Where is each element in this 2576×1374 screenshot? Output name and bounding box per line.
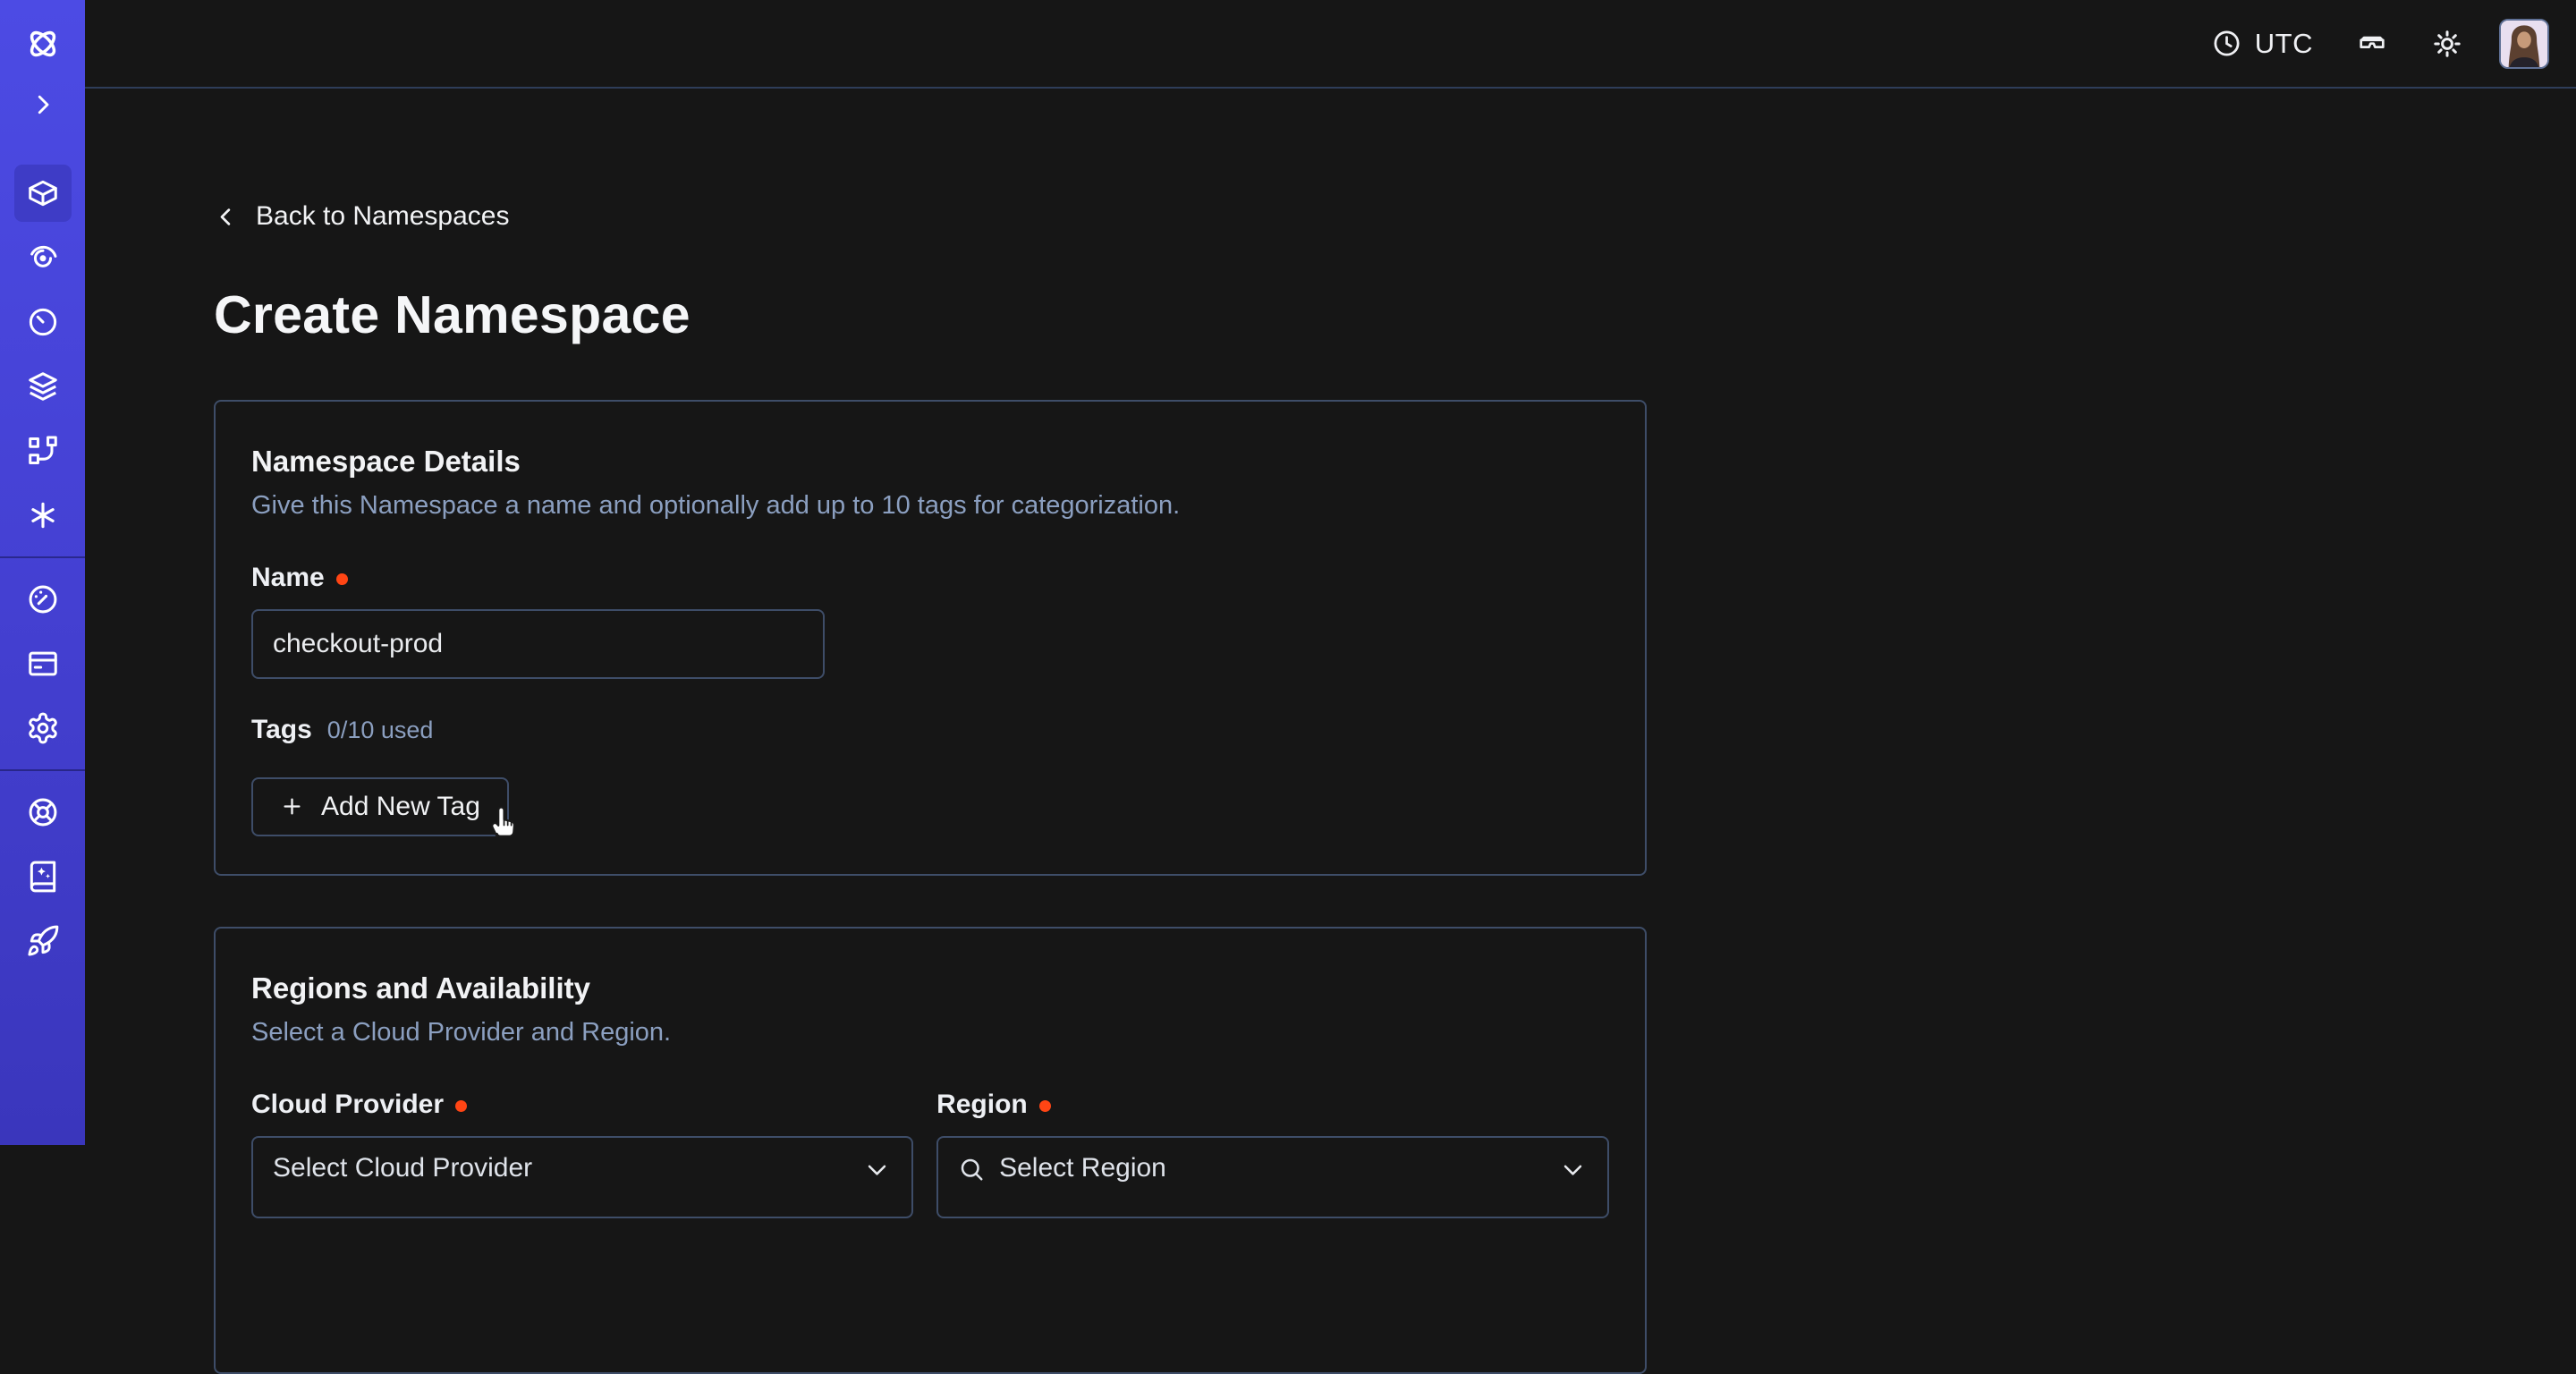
cloud-provider-field: Cloud Provider Select Cloud Provider xyxy=(251,1090,913,1218)
sidebar-item-workflows[interactable] xyxy=(14,229,72,286)
cloud-provider-select[interactable]: Select Cloud Provider xyxy=(251,1136,913,1218)
layers-icon xyxy=(26,369,60,403)
add-new-tag-label: Add New Tag xyxy=(321,792,480,822)
region-label: Region xyxy=(936,1090,1028,1120)
sidebar-item-support[interactable] xyxy=(14,784,72,841)
cube-icon xyxy=(26,176,60,210)
timezone-label: UTC xyxy=(2255,28,2313,60)
theme-toggle-button[interactable] xyxy=(2431,28,2463,60)
cloud-provider-label: Cloud Provider xyxy=(251,1090,444,1120)
name-label: Name xyxy=(251,563,325,593)
name-input[interactable] xyxy=(251,609,825,679)
sidebar xyxy=(0,0,85,1145)
add-new-tag-button[interactable]: Add New Tag xyxy=(251,777,509,836)
sidebar-nav-help xyxy=(14,784,72,970)
required-dot xyxy=(1039,1100,1051,1112)
region-select-value: Select Region xyxy=(999,1153,1546,1183)
chevron-down-icon xyxy=(1560,1157,1586,1183)
sidebar-item-settings[interactable] xyxy=(14,700,72,757)
labs-toggle-button[interactable] xyxy=(2356,28,2388,60)
sun-icon xyxy=(2431,28,2463,60)
chevron-left-icon xyxy=(214,205,238,229)
sidebar-divider xyxy=(0,769,85,771)
temporal-logo-icon[interactable] xyxy=(24,25,62,63)
sidebar-item-billing[interactable] xyxy=(14,635,72,692)
cloud-provider-label-row: Cloud Provider xyxy=(251,1090,913,1120)
timezone-button[interactable]: UTC xyxy=(2212,28,2313,60)
sidebar-item-schedules[interactable] xyxy=(14,293,72,351)
sidebar-item-batch-operations[interactable] xyxy=(14,487,72,544)
asterisk-icon xyxy=(26,498,60,532)
page-title: Create Namespace xyxy=(214,284,2576,346)
spiral-icon xyxy=(26,241,60,275)
regions-card: Regions and Availability Select a Cloud … xyxy=(214,927,1647,1374)
book-sparkles-icon xyxy=(26,860,60,894)
sidebar-item-deployments[interactable] xyxy=(14,358,72,415)
card-subtitle: Give this Namespace a name and optionall… xyxy=(251,489,1609,522)
region-columns: Cloud Provider Select Cloud Provider Reg… xyxy=(251,1090,1609,1218)
sidebar-nav-primary xyxy=(14,165,72,544)
tags-label: Tags xyxy=(251,715,312,745)
plus-icon xyxy=(280,794,304,818)
branch-icon xyxy=(26,434,60,468)
back-link-label: Back to Namespaces xyxy=(256,201,509,232)
card-subtitle: Select a Cloud Provider and Region. xyxy=(251,1016,1609,1048)
region-field: Region Select Region xyxy=(936,1090,1609,1218)
gear-icon xyxy=(26,711,60,745)
cloud-provider-select-value: Select Cloud Provider xyxy=(273,1153,850,1183)
namespace-details-card: Namespace Details Give this Namespace a … xyxy=(214,400,1647,876)
tags-used-count: 0/10 used xyxy=(327,717,434,744)
card-title: Namespace Details xyxy=(251,444,1609,479)
glasses-icon xyxy=(2356,28,2388,60)
required-dot xyxy=(455,1100,467,1112)
main-content: Back to Namespaces Create Namespace Name… xyxy=(85,90,2576,1145)
chevron-right-icon xyxy=(30,91,56,118)
sidebar-item-getting-started[interactable] xyxy=(14,912,72,970)
region-label-row: Region xyxy=(936,1090,1609,1120)
billing-card-icon xyxy=(26,647,60,681)
search-icon xyxy=(958,1156,985,1183)
sidebar-item-docs[interactable] xyxy=(14,848,72,905)
user-avatar[interactable] xyxy=(2499,19,2549,69)
required-dot xyxy=(336,573,348,585)
clock-timer-icon xyxy=(26,305,60,339)
sidebar-item-usage[interactable] xyxy=(14,571,72,628)
sidebar-item-namespaces[interactable] xyxy=(14,165,72,222)
expand-sidebar-button[interactable] xyxy=(30,91,56,118)
gauge-icon xyxy=(26,582,60,616)
lifebuoy-icon xyxy=(26,795,60,829)
card-title: Regions and Availability xyxy=(251,971,1609,1006)
clock-icon xyxy=(2212,29,2241,58)
chevron-down-icon xyxy=(864,1157,890,1183)
back-link[interactable]: Back to Namespaces xyxy=(214,201,509,232)
sidebar-divider xyxy=(0,556,85,558)
region-select[interactable]: Select Region xyxy=(936,1136,1609,1218)
rocket-icon xyxy=(26,924,60,958)
sidebar-nav-account xyxy=(14,571,72,757)
tags-label-row: Tags 0/10 used xyxy=(251,715,1609,745)
topbar: UTC xyxy=(85,0,2576,89)
sidebar-item-nexus[interactable] xyxy=(14,422,72,479)
name-label-row: Name xyxy=(251,563,1609,593)
